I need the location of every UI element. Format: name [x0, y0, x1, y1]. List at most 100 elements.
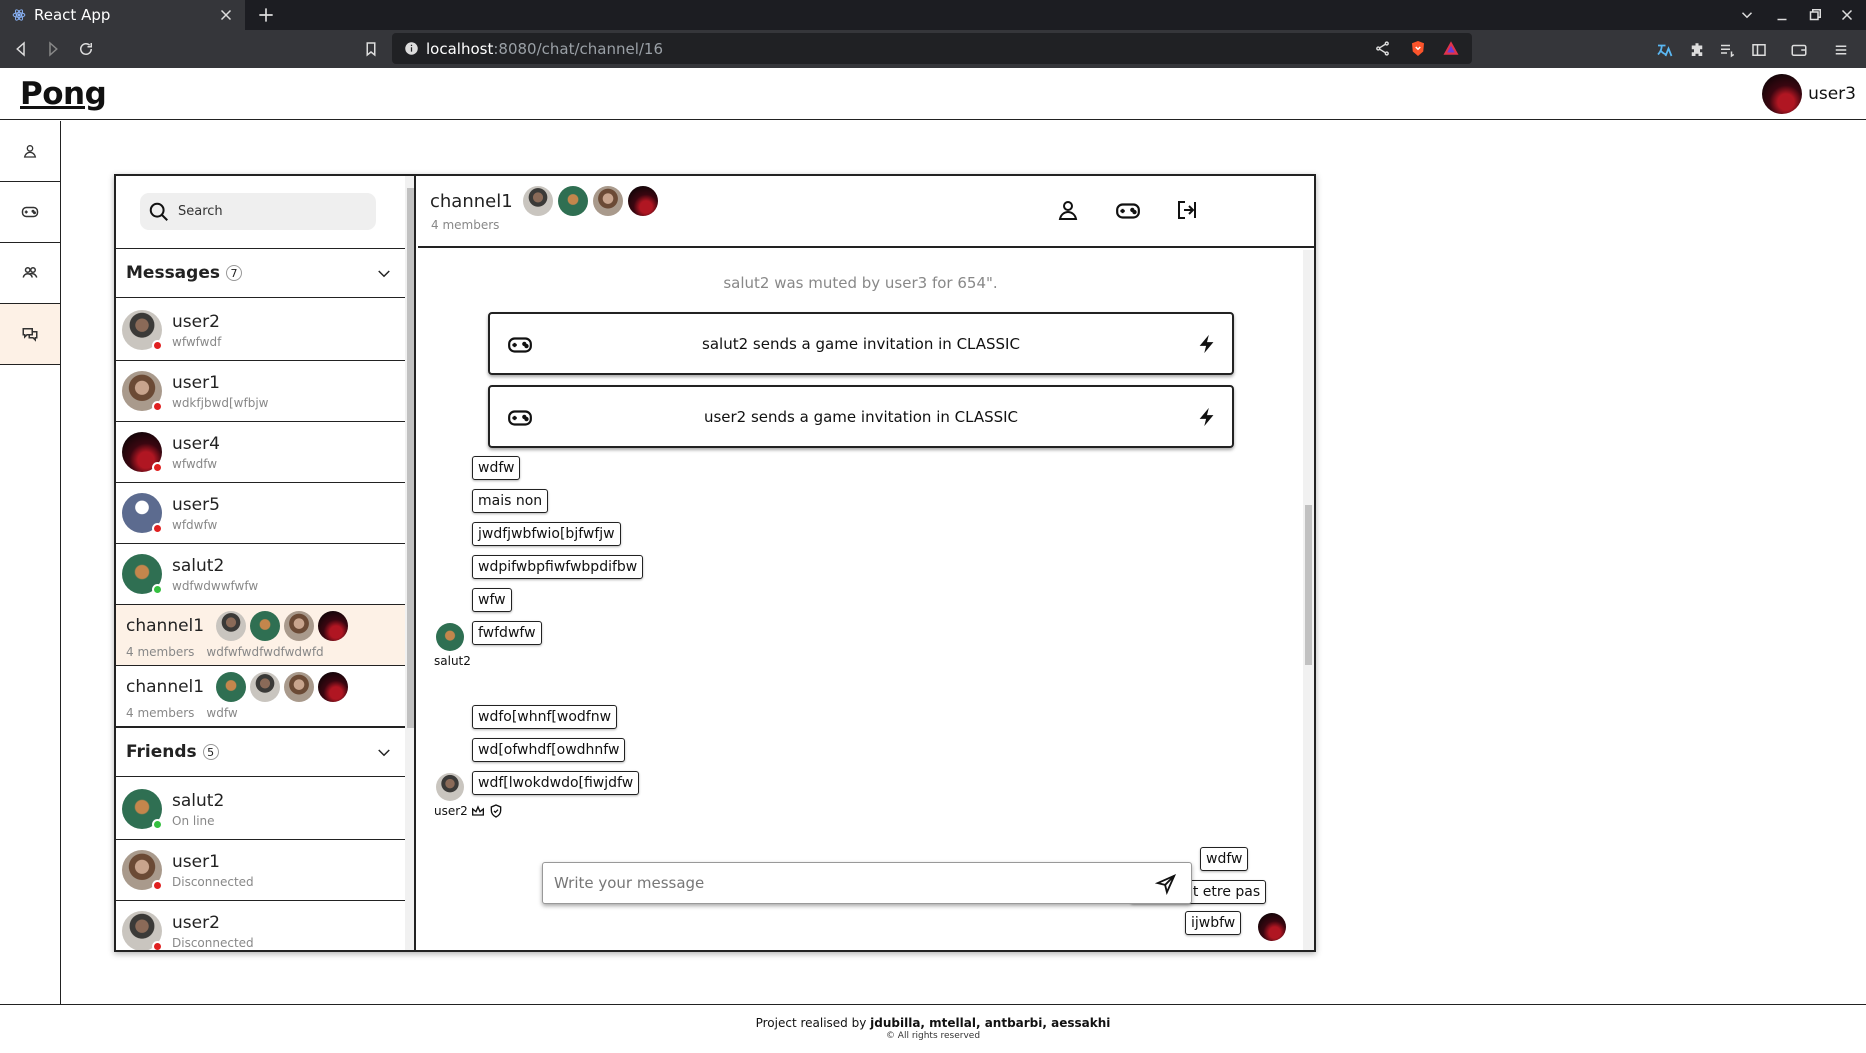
minimize-icon[interactable] [1773, 6, 1791, 24]
messages-section-header[interactable]: Messages 7 [116, 248, 405, 298]
new-tab-icon[interactable] [256, 5, 276, 25]
avatar[interactable] [627, 186, 658, 216]
reload-icon[interactable] [77, 40, 95, 58]
brave-rewards-icon[interactable] [1442, 39, 1460, 57]
friends-section-header[interactable]: Friends 5 [116, 727, 405, 777]
shield-check-icon [488, 803, 504, 819]
maximize-icon[interactable] [1806, 6, 1824, 24]
current-user-name: user3 [1808, 84, 1856, 104]
status-offline-dot [152, 941, 163, 950]
scrollbar-thumb[interactable] [1305, 505, 1312, 665]
chat-scrollbar[interactable] [1303, 250, 1314, 950]
bookmark-icon[interactable] [362, 40, 380, 58]
avatar [122, 789, 163, 830]
message-bubble: wfw [472, 588, 512, 612]
gamepad-icon[interactable] [1115, 198, 1141, 224]
avatar [1762, 74, 1803, 114]
sidebar-scrollbar[interactable] [405, 176, 414, 950]
message-bubble: ijwbfw [1185, 911, 1242, 935]
friend-item-salut2[interactable]: salut2 On line [116, 779, 405, 840]
search-input[interactable] [178, 204, 348, 219]
avatar [318, 611, 349, 641]
url-host: localhost [426, 39, 494, 58]
search-icon [140, 201, 178, 223]
search-box[interactable] [140, 193, 376, 230]
nav-profile-button[interactable] [0, 121, 60, 182]
channel-members-count: 4 members [126, 645, 195, 659]
browser-tab-title: React App [34, 6, 111, 24]
browser-tab[interactable]: React App [0, 0, 245, 30]
game-invitation-card[interactable]: salut2 sends a game invitation in CLASSI… [488, 312, 1234, 375]
friend-item-user1[interactable]: user1 Disconnected [116, 840, 405, 901]
channel-item[interactable]: channel1 4 members wdfw [116, 666, 405, 727]
conversation-item-user2[interactable]: user2 wfwfwdf [116, 300, 405, 361]
current-user-menu[interactable]: user3 [1762, 74, 1856, 114]
avatar [122, 850, 163, 891]
friend-status: Disconnected [172, 935, 254, 950]
avatar [284, 672, 315, 702]
message-input[interactable] [554, 874, 1134, 892]
playlist-icon[interactable] [1718, 41, 1736, 59]
close-window-icon[interactable] [1838, 6, 1856, 24]
chat-card: Messages 7 user2 wfwfwdf user1 wdkfjbwd[wf… [114, 174, 1316, 952]
channel-members-count: 4 members [126, 706, 195, 720]
conversation-item-user5[interactable]: user5 wfdwfw [116, 483, 405, 544]
conversation-item-user1[interactable]: user1 wdkfjbwd[wfbjw [116, 361, 405, 422]
avatar[interactable] [436, 623, 464, 651]
nav-game-button[interactable] [0, 182, 60, 243]
share-icon[interactable] [1374, 40, 1391, 57]
conversation-name: salut2 [172, 555, 225, 576]
chat-panel: channel1 4 members salut2 was muted by u… [418, 176, 1314, 950]
friend-item-user2[interactable]: user2 Disconnected [116, 901, 405, 950]
channel-item-active[interactable]: channel1 4 members wdfwfwdfwdfwdwfd [116, 605, 405, 666]
avatar [122, 911, 163, 950]
pong-logo[interactable]: Pong [20, 76, 107, 112]
crown-icon [470, 803, 486, 819]
channel-members-count: 4 members [431, 218, 500, 232]
sidebar-toggle-icon[interactable] [1750, 41, 1768, 59]
gamepad-icon [21, 203, 39, 221]
members-user-icon[interactable] [1056, 198, 1082, 224]
translate-extension-icon[interactable] [1655, 41, 1673, 59]
site-info-icon[interactable] [404, 41, 419, 56]
extensions-icon[interactable] [1688, 41, 1706, 59]
game-invitation-card[interactable]: user2 sends a game invitation in CLASSIC [488, 385, 1234, 448]
nav-friends-button[interactable] [0, 243, 60, 304]
scrollbar-thumb[interactable] [407, 188, 414, 728]
forward-icon[interactable] [44, 40, 62, 58]
avatar[interactable] [592, 186, 623, 216]
friend-name: salut2 [172, 790, 225, 811]
nav-chat-button[interactable] [0, 304, 60, 365]
left-navigation [0, 121, 61, 1005]
status-offline-dot [152, 880, 163, 891]
messages-count-badge: 7 [225, 265, 242, 281]
chevron-down-icon[interactable] [375, 265, 393, 283]
send-icon[interactable] [1155, 873, 1177, 895]
friends-count-badge: 5 [202, 744, 219, 760]
accept-lightning-icon[interactable] [1196, 331, 1218, 357]
channel-name: channel1 [126, 616, 205, 636]
close-tab-icon[interactable] [217, 6, 235, 24]
users-icon [21, 264, 39, 282]
conversation-item-salut2[interactable]: salut2 wdfwdwwfwfw [116, 544, 405, 605]
message-sender: user2 [434, 804, 468, 818]
avatar[interactable] [557, 186, 588, 216]
back-icon[interactable] [12, 40, 30, 58]
avatar[interactable] [436, 773, 464, 801]
address-bar[interactable]: localhost:8080/chat/channel/16 [392, 33, 1472, 64]
footer-rights: © All rights reserved [885, 1031, 981, 1041]
status-offline-dot [152, 340, 163, 351]
conversation-item-user4[interactable]: user4 wfwdfw [116, 422, 405, 483]
browser-menu-icon[interactable] [1832, 41, 1850, 59]
friend-name: user1 [172, 851, 220, 872]
status-online-dot [152, 584, 163, 595]
avatar[interactable] [1258, 913, 1286, 941]
accept-lightning-icon[interactable] [1196, 404, 1218, 430]
message-bubble: fwfdwfw [472, 621, 542, 645]
leave-channel-icon[interactable] [1175, 198, 1201, 224]
chevron-down-icon[interactable] [375, 744, 393, 762]
tab-list-icon[interactable] [1738, 6, 1756, 24]
brave-shield-icon[interactable] [1409, 39, 1427, 58]
wallet-icon[interactable] [1790, 41, 1808, 59]
avatar[interactable] [522, 186, 553, 216]
